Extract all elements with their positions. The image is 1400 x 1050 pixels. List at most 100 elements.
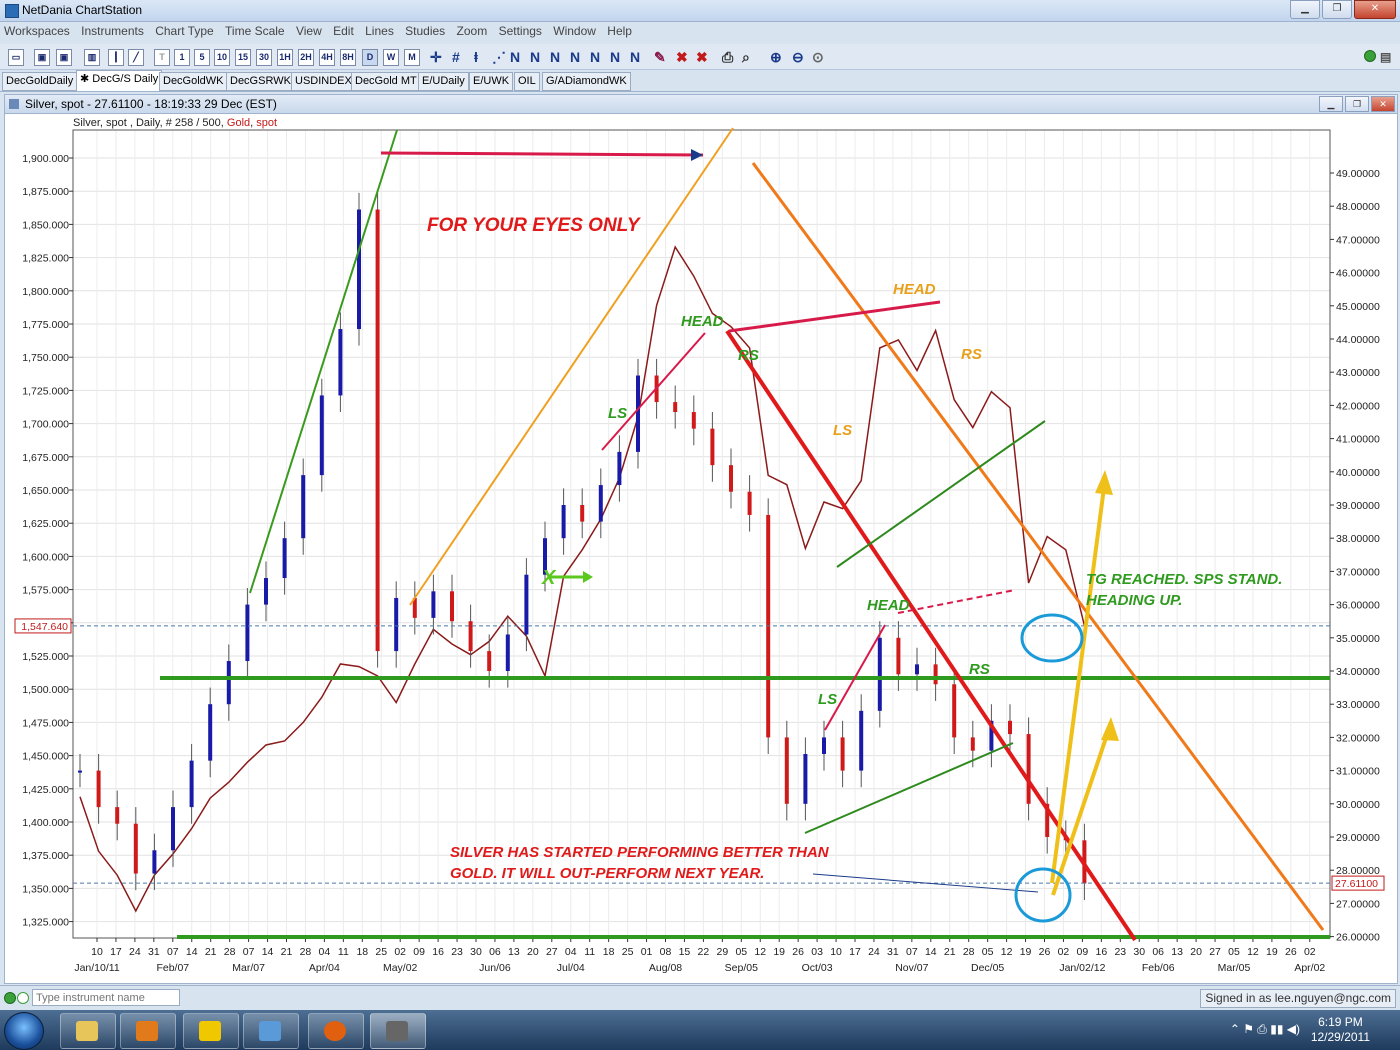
crosshair-icon[interactable]: ✛ bbox=[430, 48, 442, 66]
clock[interactable]: 6:19 PM 12/29/2011 bbox=[1311, 1015, 1370, 1045]
silver-candle bbox=[691, 412, 696, 429]
tab-decgsrwk[interactable]: DecGSRWK bbox=[226, 72, 295, 91]
rs-label-green: RS bbox=[738, 347, 759, 364]
right-axis-label: 46.00000 bbox=[1336, 268, 1380, 280]
menu-lines[interactable]: Lines bbox=[361, 22, 398, 40]
fan-icon[interactable]: N bbox=[570, 48, 580, 66]
text-tool-icon[interactable]: N bbox=[630, 48, 640, 66]
explorer-taskbar-icon[interactable] bbox=[60, 1013, 116, 1049]
menu-window[interactable]: Window bbox=[549, 22, 600, 40]
menu-help[interactable]: Help bbox=[603, 22, 636, 40]
chart-canvas[interactable]: 1,325.000 1,350.000 1,375.000 1,400.000 1,42… bbox=[5, 95, 1397, 983]
tab-decgs-daily[interactable]: ✱ DecG/S Daily bbox=[76, 70, 163, 91]
draw-line-icon[interactable]: ⱡ bbox=[474, 48, 478, 66]
tf-10[interactable]: 10 bbox=[214, 49, 230, 66]
channel-icon[interactable]: N bbox=[510, 48, 520, 66]
grid-icon[interactable]: # bbox=[452, 48, 460, 66]
tf-15[interactable]: 15 bbox=[235, 49, 251, 66]
menu-instruments[interactable]: Instruments bbox=[77, 22, 148, 40]
maximize-button[interactable]: ❐ bbox=[1322, 0, 1352, 19]
x-axis-day-label: 19 bbox=[1266, 946, 1278, 958]
start-button[interactable] bbox=[4, 1012, 44, 1050]
system-tray[interactable]: ⌃ ⚑ ⎙ ▮▮ ◀) bbox=[1230, 1022, 1300, 1037]
print-icon[interactable]: ⎙ bbox=[722, 48, 733, 66]
media-player-taskbar-icon[interactable] bbox=[120, 1013, 176, 1049]
tab-usdindex[interactable]: USDINDEX bbox=[291, 72, 356, 91]
arc-icon[interactable]: N bbox=[590, 48, 600, 66]
tab-decgolddaily[interactable]: DecGoldDaily bbox=[2, 72, 78, 91]
bar-icon[interactable]: ┃ bbox=[108, 49, 124, 66]
save-icon[interactable]: ▣ bbox=[34, 49, 50, 66]
os-taskbar: ⌃ ⚑ ⎙ ▮▮ ◀) 6:19 PM 12/29/2011 bbox=[0, 1010, 1400, 1050]
tf-weekly[interactable]: W bbox=[383, 49, 399, 66]
line-icon[interactable]: ╱ bbox=[128, 49, 144, 66]
trendline-icon[interactable]: ⋰ bbox=[492, 48, 506, 66]
x-axis-day-label: 16 bbox=[1096, 946, 1108, 958]
options-icon[interactable]: ▤ bbox=[1380, 48, 1391, 66]
menu-studies[interactable]: Studies bbox=[401, 22, 449, 40]
save-all-icon[interactable]: ▣ bbox=[56, 49, 72, 66]
minimize-button[interactable]: ▁ bbox=[1290, 0, 1320, 19]
tab-decgoldwk[interactable]: DecGoldWK bbox=[159, 72, 228, 91]
tab-euwk[interactable]: E/UWK bbox=[469, 72, 514, 91]
tab-eudaily[interactable]: E/UDaily bbox=[418, 72, 469, 91]
x-axis-day-label: 20 bbox=[1190, 946, 1202, 958]
tf-8h[interactable]: 8H bbox=[340, 49, 356, 66]
x-axis-day-label: 30 bbox=[470, 946, 482, 958]
top-horizontal-arrow-line bbox=[380, 151, 704, 157]
tab-oil[interactable]: OIL bbox=[514, 72, 540, 91]
menu-time-scale[interactable]: Time Scale bbox=[221, 22, 289, 40]
silver-candle bbox=[394, 597, 399, 652]
close-button[interactable]: ✕ bbox=[1354, 0, 1396, 19]
close-tab-icon[interactable]: ✱ bbox=[80, 73, 92, 85]
x-axis-day-label: 25 bbox=[375, 946, 387, 958]
zoom-reset-icon[interactable]: ⊙ bbox=[812, 48, 824, 66]
menu-edit[interactable]: Edit bbox=[329, 22, 358, 40]
menu-view[interactable]: View bbox=[292, 22, 326, 40]
instrument-search-input[interactable] bbox=[32, 989, 180, 1006]
pen-icon[interactable]: ✎ bbox=[654, 48, 666, 66]
tf-30[interactable]: 30 bbox=[256, 49, 272, 66]
menu-workspaces[interactable]: Workspaces bbox=[0, 22, 74, 40]
silver-candle bbox=[96, 770, 101, 808]
tab-gadiamondwk[interactable]: G/ADiamondWK bbox=[542, 72, 631, 91]
delete-all-icon[interactable]: ✖ bbox=[696, 48, 708, 66]
tf-5[interactable]: 5 bbox=[194, 49, 210, 66]
menu-chart-type[interactable]: Chart Type bbox=[151, 22, 217, 40]
x-axis-day-label: 09 bbox=[1077, 946, 1089, 958]
menu-settings[interactable]: Settings bbox=[495, 22, 546, 40]
pitchfork-icon[interactable]: N bbox=[550, 48, 560, 66]
sticky-notes-taskbar-icon[interactable] bbox=[183, 1013, 239, 1049]
print-preview-icon[interactable]: ⌕ bbox=[742, 48, 750, 66]
zoom-in-icon[interactable]: ⊕ bbox=[770, 48, 782, 66]
silver-candle bbox=[226, 661, 231, 705]
chartstation-taskbar-icon[interactable] bbox=[370, 1013, 426, 1049]
menu-zoom[interactable]: Zoom bbox=[453, 22, 492, 40]
tab-decgold-mt[interactable]: DecGold MT bbox=[351, 72, 421, 91]
fib-icon[interactable]: N bbox=[530, 48, 540, 66]
x-axis-day-label: 07 bbox=[906, 946, 918, 958]
tf-daily[interactable]: D bbox=[362, 49, 378, 66]
new-icon[interactable]: ▭ bbox=[8, 49, 24, 66]
tf-monthly[interactable]: M bbox=[404, 49, 420, 66]
tf-1[interactable]: 1 bbox=[174, 49, 190, 66]
photo-viewer-taskbar-icon[interactable] bbox=[243, 1013, 299, 1049]
tf-1h[interactable]: 1H bbox=[277, 49, 293, 66]
silver-candle bbox=[747, 491, 752, 515]
x-axis-month-label: Jan/10/11 bbox=[74, 962, 120, 974]
x-axis-day-label: 11 bbox=[584, 946, 595, 958]
zoom-out-icon[interactable]: ⊖ bbox=[792, 48, 804, 66]
tf-4h[interactable]: 4H bbox=[319, 49, 335, 66]
x-axis-month-label: Mar/05 bbox=[1218, 962, 1251, 974]
x-axis-day-label: 25 bbox=[622, 946, 634, 958]
tf-tick[interactable]: T bbox=[154, 49, 170, 66]
firefox-taskbar-icon[interactable] bbox=[308, 1013, 364, 1049]
delete-icon[interactable]: ✖ bbox=[676, 48, 688, 66]
tf-2h[interactable]: 2H bbox=[298, 49, 314, 66]
cycle-icon[interactable]: N bbox=[610, 48, 620, 66]
chart-legend: Silver, spot , Daily, # 258 / 500, Gold,… bbox=[73, 117, 277, 129]
left-axis-label: 1,725.000 bbox=[22, 385, 69, 397]
silver-candle bbox=[803, 754, 808, 804]
gold-line bbox=[79, 245, 1086, 913]
chart-type-icon[interactable]: ▥ bbox=[84, 49, 100, 66]
